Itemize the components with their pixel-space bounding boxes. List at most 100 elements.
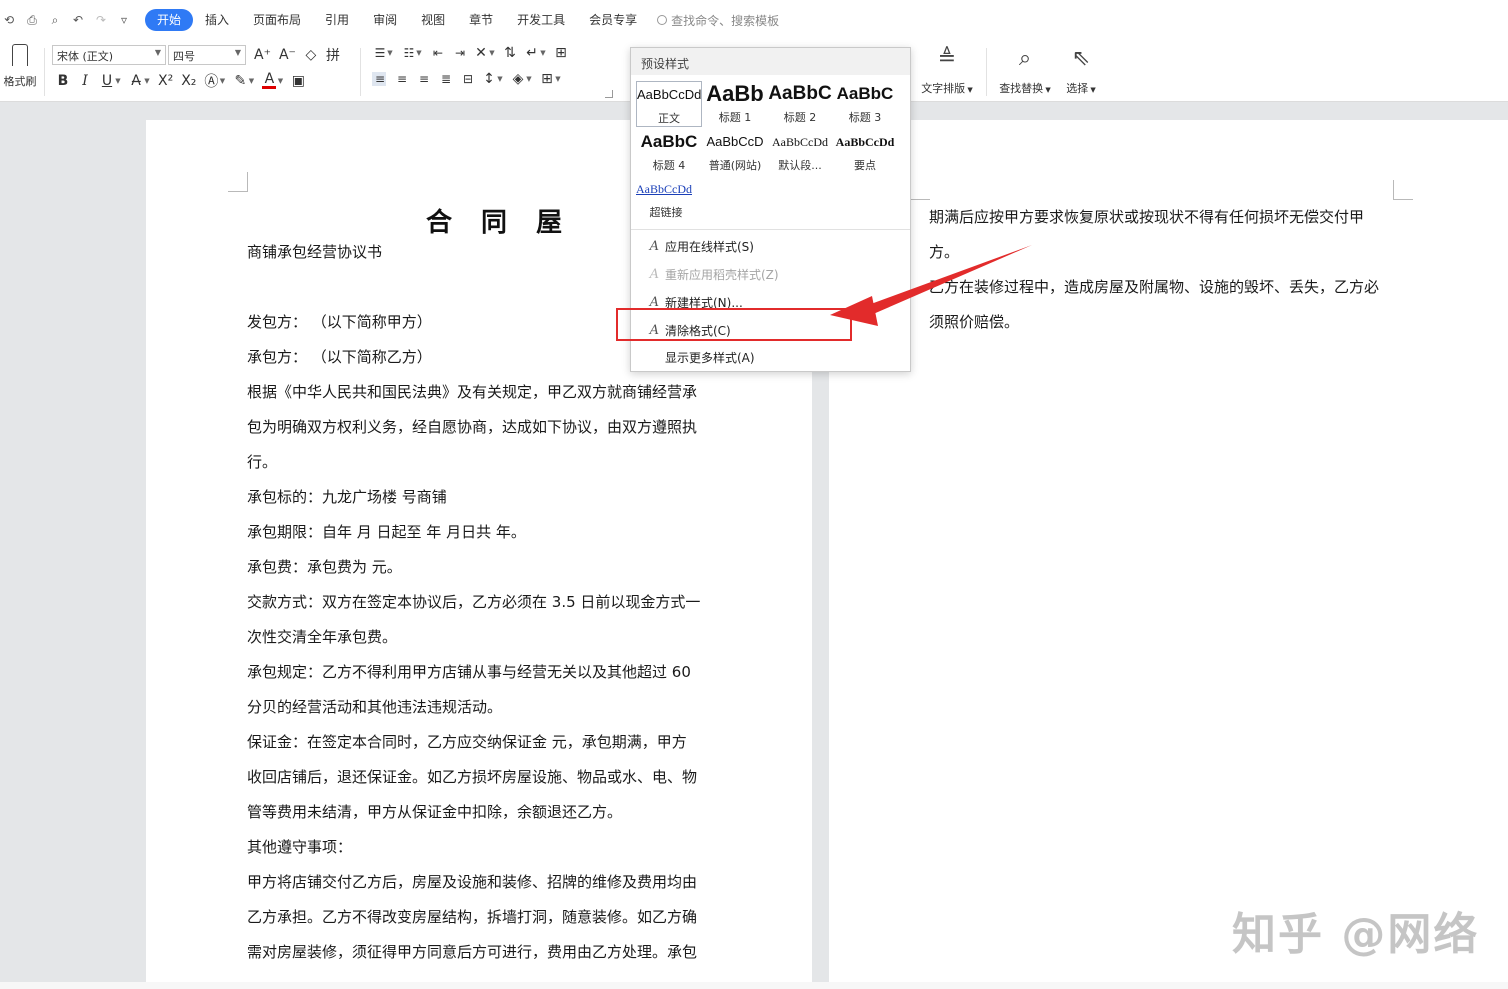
style-tile-normal[interactable]: AaBbCcDd 正文 — [636, 81, 702, 127]
style-tile-hyperlink[interactable]: AaBbCcDd 超链接 — [636, 176, 702, 222]
highlight-icon[interactable]: ✎ — [233, 73, 247, 89]
print-icon[interactable]: ⎙ — [25, 13, 39, 28]
tab-home[interactable]: 开始 — [145, 9, 194, 31]
tab-chapter[interactable]: 章节 — [457, 9, 505, 31]
redo-icon[interactable]: ↷ — [94, 13, 108, 27]
align-center-icon[interactable]: ≡ — [394, 72, 408, 86]
chevron-down-icon[interactable]: ▼ — [526, 75, 532, 83]
tab-review[interactable]: 审阅 — [361, 9, 409, 31]
increase-font-icon[interactable]: A⁺ — [254, 47, 271, 63]
tab-references[interactable]: 引用 — [313, 9, 361, 31]
font-name-select[interactable]: 宋体 (正文) ▼ — [52, 45, 166, 65]
find-replace-button[interactable]: ⌕ 查找替换 ▼ — [995, 44, 1055, 96]
style-preview: AaBbCcDd — [772, 135, 828, 149]
text-layout-button[interactable]: ≜ 文字排版 ▼ — [916, 44, 978, 96]
chevron-down-icon[interactable]: ▼ — [115, 77, 121, 85]
magnifier-icon: ⌕ — [1018, 46, 1032, 71]
style-name: 普通(网站) — [708, 159, 762, 172]
chinese-layout-icon[interactable]: ✕ — [474, 45, 488, 61]
text-layout-label: 文字排版 — [921, 82, 966, 95]
justify-icon[interactable]: ≣ — [438, 72, 452, 86]
tab-insert[interactable]: 插入 — [193, 9, 241, 31]
chevron-down-icon[interactable]: ▼ — [540, 49, 546, 57]
document-line: 分贝的经营活动和其他违法违规活动。 — [247, 698, 503, 716]
chevron-down-icon[interactable]: ▼ — [416, 49, 422, 57]
decrease-indent-icon[interactable]: ⇤ — [430, 46, 444, 60]
undo-icon[interactable]: ↶ — [71, 13, 85, 27]
style-tile-normal-web[interactable]: AaBbCcD 普通(网站) — [702, 129, 768, 175]
dialog-launcher-icon[interactable] — [605, 90, 613, 98]
clear-format-icon[interactable]: ◇ — [304, 47, 318, 63]
font-color-icon[interactable]: A — [262, 72, 277, 89]
style-name: 标题 1 — [718, 111, 752, 124]
increase-indent-icon[interactable]: ⇥ — [452, 46, 466, 60]
tab-page-layout[interactable]: 页面布局 — [241, 9, 313, 31]
shading-icon[interactable]: ◈ — [511, 71, 525, 87]
borders-icon[interactable]: ⊞ — [540, 71, 554, 87]
align-left-icon[interactable]: ≡ — [372, 72, 386, 86]
style-tile-strong[interactable]: AaBbCcDd 要点 — [832, 129, 898, 175]
chevron-down-icon[interactable]: ▼ — [489, 49, 495, 57]
tab-member[interactable]: 会员专享 — [577, 9, 649, 31]
superscript-icon[interactable]: X² — [158, 73, 173, 89]
document-line: 需对房屋装修，须征得甲方同意后方可进行，费用由乙方处理。承包 — [247, 943, 698, 961]
save-icon[interactable]: ⟲ — [2, 13, 16, 27]
bullet-list-icon[interactable]: ☰ — [372, 46, 386, 60]
chevron-down-icon[interactable]: ▼ — [497, 75, 503, 83]
font-size-select[interactable]: 四号 ▼ — [168, 45, 246, 65]
format-painter-button[interactable]: 格式刷 — [0, 44, 40, 89]
find-replace-label: 查找替换 — [999, 82, 1044, 95]
show-more-styles-item[interactable]: 显示更多样式(A) — [631, 344, 910, 370]
document-line: 行。 — [247, 453, 278, 471]
select-button[interactable]: ⇖ 选择 ▼ — [1062, 44, 1100, 96]
document-line: 管等费用未结清，甲方从保证金中扣除，余额退还乙方。 — [247, 803, 623, 821]
style-name: 标题 3 — [848, 111, 882, 124]
font-name-value: 宋体 (正文) — [57, 50, 114, 63]
chevron-down-icon[interactable]: ▼ — [387, 49, 393, 57]
numbered-list-icon[interactable]: ☷ — [401, 46, 415, 60]
print-preview-icon[interactable]: ⌕ — [48, 13, 62, 28]
command-search[interactable]: 查找命令、搜索模板 — [657, 12, 779, 29]
format-painter-icon — [12, 44, 28, 66]
line-spacing-icon[interactable]: ↕ — [482, 71, 496, 87]
chevron-down-icon[interactable]: ▼ — [219, 77, 225, 85]
tab-developer[interactable]: 开发工具 — [505, 9, 577, 31]
margin-corner-mark — [1393, 180, 1413, 200]
menu-item-label: 应用在线样式(S) — [665, 239, 754, 254]
style-tile-heading2[interactable]: AaBbC 标题 2 — [767, 81, 833, 127]
char-border-icon[interactable]: ▣ — [291, 73, 305, 89]
document-line: 承包费：承包费为 元。 — [247, 558, 402, 576]
chevron-down-icon[interactable]: ▼ — [555, 75, 561, 83]
tab-view[interactable]: 视图 — [409, 9, 457, 31]
table-grid-icon[interactable]: ⊞ — [554, 45, 568, 61]
chevron-down-icon[interactable]: ▼ — [248, 77, 254, 85]
distribute-icon[interactable]: ⊟ — [460, 72, 474, 86]
subscript-icon[interactable]: X₂ — [181, 73, 196, 89]
chevron-down-icon: ▼ — [1043, 86, 1051, 94]
divider — [631, 229, 910, 230]
decrease-font-icon[interactable]: A⁻ — [279, 47, 296, 63]
chevron-down-icon[interactable]: ▼ — [277, 77, 283, 85]
underline-icon[interactable]: U — [100, 73, 114, 89]
style-tile-heading1[interactable]: AaBb 标题 1 — [702, 81, 768, 127]
bold-icon[interactable]: B — [56, 73, 70, 89]
strikethrough-icon[interactable]: A̶ — [129, 73, 143, 89]
annotation-arrow — [830, 245, 1032, 326]
align-right-icon[interactable]: ≡ — [416, 72, 430, 86]
show-marks-icon[interactable]: ↵ — [525, 45, 539, 61]
chevron-down-icon[interactable]: ▼ — [144, 77, 150, 85]
italic-icon[interactable]: I — [78, 73, 92, 89]
document-line: 收回店铺后，退还保证金。如乙方损坏房屋设施、物品或水、电、物 — [247, 768, 698, 786]
style-tile-heading4[interactable]: AaBbC 标题 4 — [636, 129, 702, 175]
sort-icon[interactable]: ⇅ — [503, 45, 517, 61]
customize-icon[interactable]: ▿ — [117, 13, 131, 27]
style-preview: AaBbC — [768, 83, 832, 104]
phonetic-icon[interactable]: 拼 — [326, 45, 340, 65]
style-preview: AaBb — [706, 81, 764, 106]
style-tile-heading3[interactable]: AaBbC 标题 3 — [832, 81, 898, 127]
text-effect-icon[interactable]: Ⓐ — [204, 71, 218, 91]
separator — [44, 48, 45, 96]
style-tile-default-para[interactable]: AaBbCcDd 默认段... — [767, 129, 833, 175]
document-line: 期满后应按甲方要求恢复原状或按现状不得有任何损坏无偿交付甲 — [929, 208, 1365, 226]
document-line: 甲方将店铺交付乙方后，房屋及设施和装修、招牌的维修及费用均由 — [247, 873, 698, 891]
